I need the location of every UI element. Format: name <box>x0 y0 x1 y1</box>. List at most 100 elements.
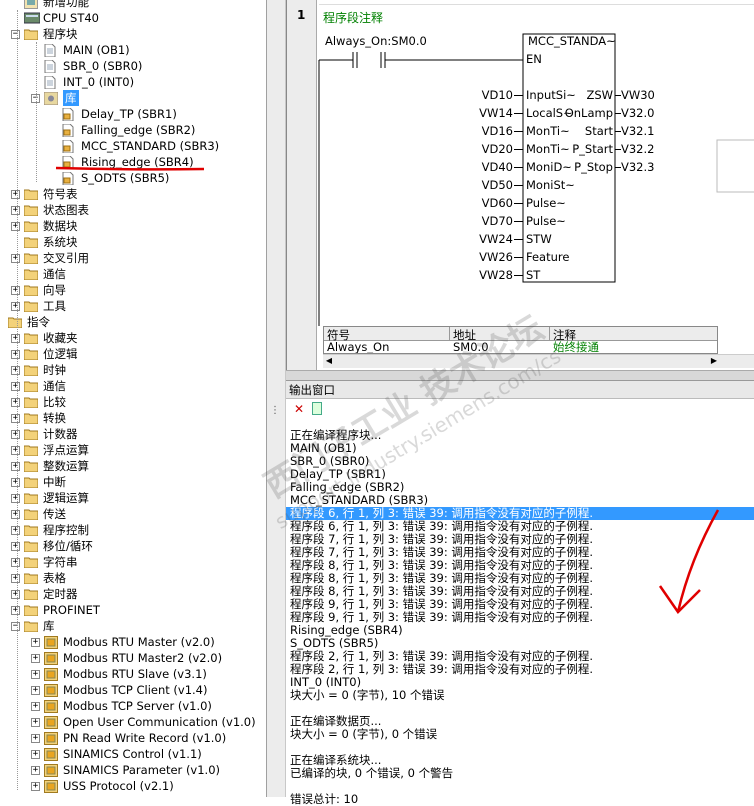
tree-instr-14[interactable]: 字符串 <box>43 554 78 570</box>
tree-instr-16[interactable]: 定时器 <box>43 586 78 602</box>
input-operand[interactable]: VD20 <box>477 142 513 156</box>
tree-lib-item-1[interactable]: Falling_edge (SBR2) <box>81 122 195 138</box>
input-operand[interactable]: VW24 <box>477 232 513 246</box>
tree-lib-item-2[interactable]: MCC_STANDARD (SBR3) <box>81 138 219 154</box>
tree-instr-1[interactable]: 位逻辑 <box>43 346 78 362</box>
tree-instr-13[interactable]: 移位/循环 <box>43 538 93 554</box>
pane-divider[interactable] <box>286 370 754 380</box>
tree-lib-item-0[interactable]: Delay_TP (SBR1) <box>81 106 177 122</box>
output-operand[interactable]: V32.2 <box>621 142 654 156</box>
expand-toggle-icon[interactable]: + <box>31 718 40 727</box>
expand-toggle-icon[interactable]: + <box>31 734 40 743</box>
clear-icon[interactable]: ✕ <box>294 402 304 416</box>
tree-block-0[interactable]: MAIN (OB1) <box>63 42 130 58</box>
output-line[interactable]: 块大小 = 0 (字节), 10 个错误 <box>286 689 754 702</box>
col-comment[interactable]: 注释 <box>550 327 717 342</box>
tree-instr-3[interactable]: 通信 <box>43 378 66 394</box>
output-line[interactable]: 块大小 = 0 (字节), 0 个错误 <box>286 728 754 741</box>
tree-instr-4[interactable]: 比较 <box>43 394 66 410</box>
expand-toggle-icon[interactable]: + <box>11 286 20 295</box>
scroll-right-icon[interactable]: ▶ <box>708 356 720 368</box>
expand-toggle-icon[interactable]: + <box>31 638 40 647</box>
expand-toggle-icon[interactable]: + <box>11 254 20 263</box>
tree-block-1[interactable]: SBR_0 (SBR0) <box>63 58 142 74</box>
tree-library-4[interactable]: Modbus TCP Server (v1.0) <box>63 698 212 714</box>
output-operand[interactable]: V32.0 <box>621 106 654 120</box>
expand-toggle-icon[interactable]: + <box>31 686 40 695</box>
expand-toggle-icon[interactable]: + <box>31 782 40 791</box>
input-operand[interactable]: VD50 <box>477 178 513 192</box>
expand-toggle-icon[interactable]: + <box>11 606 20 615</box>
expand-toggle-icon[interactable]: + <box>11 334 20 343</box>
input-operand[interactable]: VD10 <box>477 88 513 102</box>
expand-toggle-icon[interactable]: + <box>31 702 40 711</box>
tree-project-item-0[interactable]: 符号表 <box>43 186 78 202</box>
input-operand[interactable]: VW14 <box>477 106 513 120</box>
tree-instr-15[interactable]: 表格 <box>43 570 66 586</box>
tree-instr-5[interactable]: 转换 <box>43 410 66 426</box>
tree-block-2[interactable]: INT_0 (INT0) <box>63 74 134 90</box>
horizontal-scrollbar[interactable]: ◀ ▶ <box>323 354 754 368</box>
tree-instr-7[interactable]: 浮点运算 <box>43 442 89 458</box>
tree-instr-2[interactable]: 时钟 <box>43 362 66 378</box>
tree-project-item-2[interactable]: 数据块 <box>43 218 78 234</box>
expand-toggle-icon[interactable]: − <box>11 30 20 39</box>
tree-library-1[interactable]: Modbus RTU Master2 (v2.0) <box>63 650 222 666</box>
expand-toggle-icon[interactable]: + <box>11 590 20 599</box>
tree-library[interactable]: 库 <box>43 618 55 634</box>
input-operand[interactable]: VD60 <box>477 196 513 210</box>
tree-instr-12[interactable]: 程序控制 <box>43 522 89 538</box>
tree-library-9[interactable]: USS Protocol (v2.1) <box>63 778 174 794</box>
tree-project-item-6[interactable]: 向导 <box>43 282 66 298</box>
tree-project-item-4[interactable]: 交叉引用 <box>43 250 89 266</box>
input-operand[interactable]: VD70 <box>477 214 513 228</box>
input-operand[interactable]: VW28 <box>477 268 513 282</box>
tree-library-3[interactable]: Modbus TCP Client (v1.4) <box>63 682 207 698</box>
expand-toggle-icon[interactable]: + <box>11 414 20 423</box>
tree-instr-10[interactable]: 逻辑运算 <box>43 490 89 506</box>
expand-toggle-icon[interactable]: − <box>11 622 20 631</box>
expand-toggle-icon[interactable]: + <box>11 430 20 439</box>
tree-instructions[interactable]: 指令 <box>27 314 50 330</box>
output-line[interactable]: 错误总计: 10 <box>286 793 754 806</box>
col-symbol[interactable]: 符号 <box>324 327 450 342</box>
tree-cpu[interactable]: CPU ST40 <box>43 10 99 26</box>
tree-project-item-7[interactable]: 工具 <box>43 298 66 314</box>
expand-toggle-icon[interactable]: + <box>11 478 20 487</box>
tree-new-features[interactable]: 新增功能 <box>43 0 89 10</box>
grip-icon[interactable]: ⋮ <box>270 405 280 417</box>
expand-toggle-icon[interactable]: + <box>11 494 20 503</box>
expand-toggle-icon[interactable]: + <box>11 526 20 535</box>
tree-library-0[interactable]: Modbus RTU Master (v2.0) <box>63 634 215 650</box>
tree-instr-6[interactable]: 计数器 <box>43 426 78 442</box>
expand-toggle-icon[interactable]: + <box>11 446 20 455</box>
expand-toggle-icon[interactable]: + <box>11 510 20 519</box>
tree-instr-9[interactable]: 中断 <box>43 474 66 490</box>
tree-library-6[interactable]: PN Read Write Record (v1.0) <box>63 730 226 746</box>
expand-toggle-icon[interactable]: + <box>11 382 20 391</box>
tree-project-item-5[interactable]: 通信 <box>43 266 66 282</box>
expand-toggle-icon[interactable]: + <box>11 302 20 311</box>
tree-library-5[interactable]: Open User Communication (v1.0) <box>63 714 256 730</box>
tree-lib-item-3[interactable]: Rising_edge (SBR4) <box>81 154 194 170</box>
expand-toggle-icon[interactable]: + <box>11 558 20 567</box>
tree-instr-17[interactable]: PROFINET <box>43 602 100 618</box>
tree-instr-0[interactable]: 收藏夹 <box>43 330 78 346</box>
expand-toggle-icon[interactable]: + <box>11 366 20 375</box>
copy-icon[interactable] <box>312 402 322 415</box>
col-address[interactable]: 地址 <box>450 327 550 342</box>
expand-toggle-icon[interactable]: + <box>31 654 40 663</box>
expand-toggle-icon[interactable]: + <box>11 350 20 359</box>
splitter[interactable]: ⋮ <box>266 0 286 797</box>
expand-toggle-icon[interactable]: + <box>11 542 20 551</box>
input-operand[interactable]: VD16 <box>477 124 513 138</box>
tree-instr-11[interactable]: 传送 <box>43 506 66 522</box>
expand-toggle-icon[interactable]: + <box>11 574 20 583</box>
output-operand[interactable]: VW30 <box>621 88 655 102</box>
tree-lib-item-4[interactable]: S_ODTS (SBR5) <box>81 170 169 186</box>
output-operand[interactable]: V32.3 <box>621 160 654 174</box>
tree-library-2[interactable]: Modbus RTU Slave (v3.1) <box>63 666 207 682</box>
input-operand[interactable]: VW26 <box>477 250 513 264</box>
tree-library-7[interactable]: SINAMICS Control (v1.1) <box>63 746 202 762</box>
expand-toggle-icon[interactable]: + <box>11 206 20 215</box>
